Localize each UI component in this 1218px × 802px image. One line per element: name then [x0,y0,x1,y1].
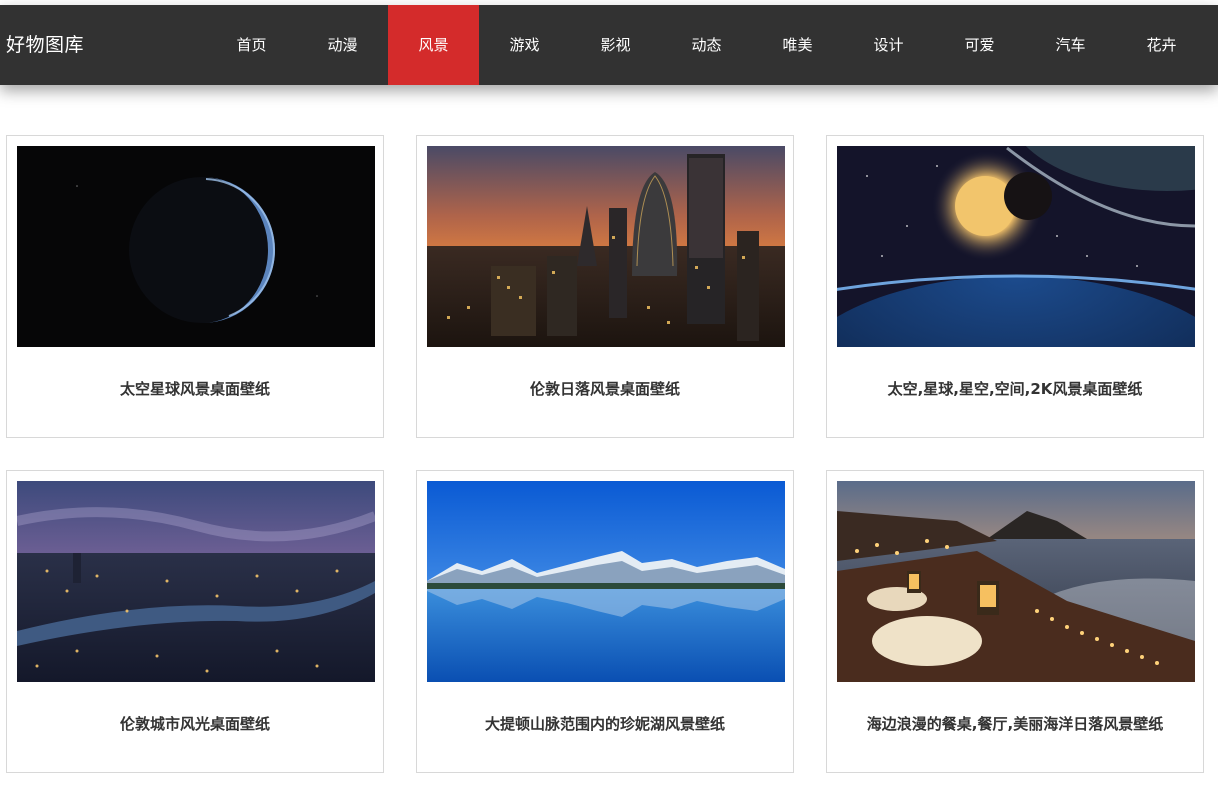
nav-item-cute[interactable]: 可爱 [934,5,1025,85]
nav-item-games[interactable]: 游戏 [479,5,570,85]
wallpaper-title[interactable]: 海边浪漫的餐桌,餐厅,美丽海洋日落风景壁纸 [827,682,1203,774]
planet-crescent-image[interactable] [17,146,375,347]
wallpaper-title[interactable]: 大提顿山脉范围内的珍妮湖风景壁纸 [417,682,793,774]
seaside-dining-sunset-image[interactable] [837,481,1195,682]
wallpaper-card[interactable]: 海边浪漫的餐桌,餐厅,美丽海洋日落风景壁纸 [826,470,1204,773]
nav-item-flowers[interactable]: 花卉 [1116,5,1207,85]
space-planets-sun-image[interactable] [837,146,1195,347]
nav-item-anime[interactable]: 动漫 [297,5,388,85]
wallpaper-title[interactable]: 太空,星球,星空,空间,2K风景桌面壁纸 [827,347,1203,439]
nav-item-cars[interactable]: 汽车 [1025,5,1116,85]
wallpaper-title[interactable]: 太空星球风景桌面壁纸 [7,347,383,439]
london-sunset-skyline-image[interactable] [427,146,785,347]
wallpaper-card[interactable]: 伦敦城市风光桌面壁纸 [6,470,384,773]
nav-item-animated[interactable]: 动态 [661,5,752,85]
wallpaper-card[interactable]: 大提顿山脉范围内的珍妮湖风景壁纸 [416,470,794,773]
main-nav: 首页 动漫 风景 游戏 影视 动态 唯美 设计 可爱 汽车 花卉 [206,5,1207,85]
nav-item-film[interactable]: 影视 [570,5,661,85]
wallpaper-card[interactable]: 太空星球风景桌面壁纸 [6,135,384,438]
top-navbar: 好物图库 首页 动漫 风景 游戏 影视 动态 唯美 设计 可爱 汽车 花卉 [0,5,1218,85]
wallpaper-title[interactable]: 伦敦日落风景桌面壁纸 [417,347,793,439]
nav-item-aesthetic[interactable]: 唯美 [752,5,843,85]
wallpaper-card[interactable]: 太空,星球,星空,空间,2K风景桌面壁纸 [826,135,1204,438]
wallpaper-title[interactable]: 伦敦城市风光桌面壁纸 [7,682,383,774]
wallpaper-card[interactable]: 伦敦日落风景桌面壁纸 [416,135,794,438]
nav-item-home[interactable]: 首页 [206,5,297,85]
nav-item-scenery[interactable]: 风景 [388,5,479,85]
nav-item-design[interactable]: 设计 [843,5,934,85]
mountain-lake-image[interactable] [427,481,785,682]
london-night-city-image[interactable] [17,481,375,682]
site-logo-text[interactable]: 好物图库 [6,5,84,85]
